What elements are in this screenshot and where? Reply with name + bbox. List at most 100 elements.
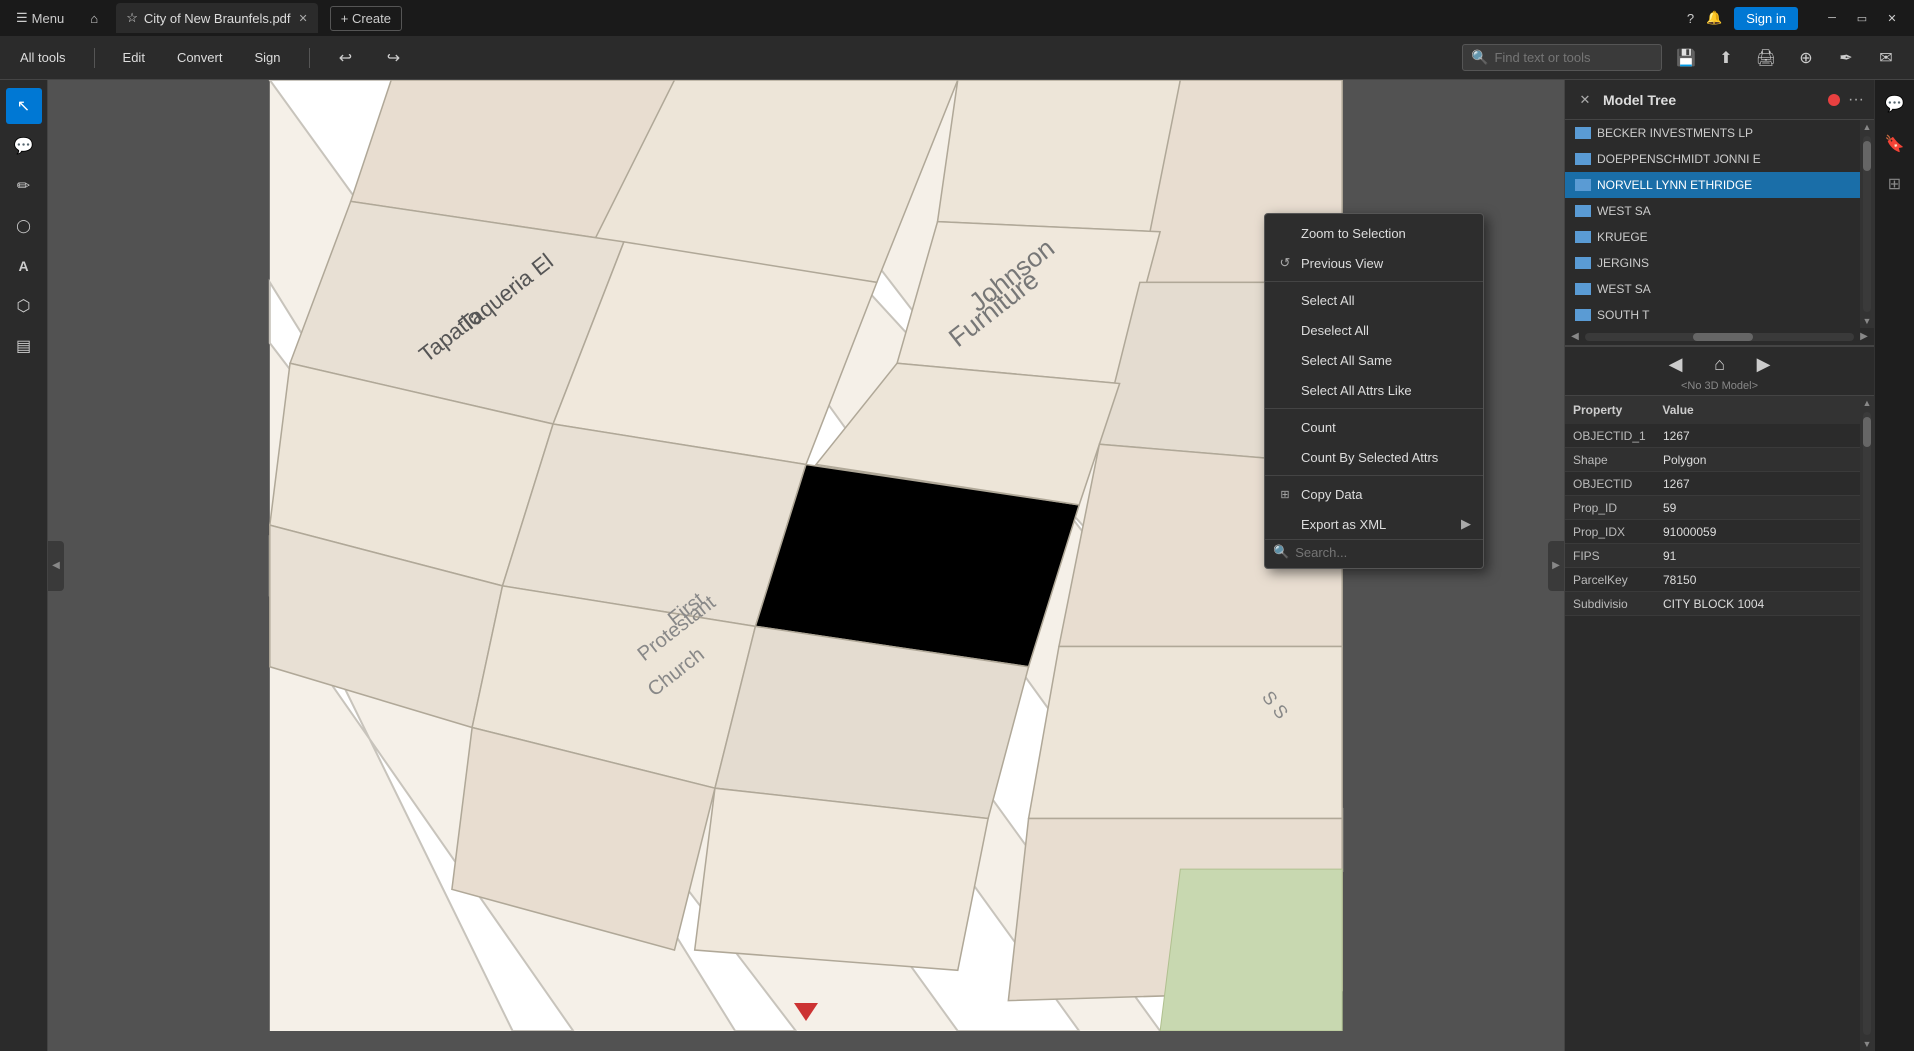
prop-scroll-track[interactable] [1863,412,1871,1035]
minimize-button[interactable]: ─ [1818,4,1846,32]
mail-button[interactable]: ✉ [1870,42,1902,74]
tree-scroll-track[interactable] [1863,136,1871,312]
hscroll-left-button[interactable]: ◀ [1567,329,1583,345]
stamp-tool-button[interactable]: ⬡ [6,288,42,324]
circle-tool-button[interactable]: ◯ [6,208,42,244]
model-tree-more-button[interactable]: ··· [1848,91,1864,109]
model-tree-status-dot [1828,94,1840,106]
pen-button[interactable]: ✒ [1830,42,1862,74]
far-right-chat-button[interactable]: 💬 [1879,88,1911,120]
notification-icon[interactable]: 🔔 [1706,10,1722,26]
zoom-button[interactable]: ⊕ [1790,42,1822,74]
tree-item-icon-5 [1575,257,1591,269]
all-tools-button[interactable]: All tools [12,46,74,69]
tab-title: City of New Braunfels.pdf [144,11,291,26]
ctx-search-input[interactable] [1295,545,1475,560]
properties-panel: Property Value OBJECTID_1 1267 Shape Pol… [1565,396,1874,1051]
print-button[interactable]: 🖨 [1750,42,1782,74]
window-close-button[interactable]: ✕ [1878,4,1906,32]
prop-col-value: Value [1662,403,1693,417]
far-right-bookmark-button[interactable]: 🔖 [1879,128,1911,160]
text-tool-button[interactable]: A [6,248,42,284]
menu-button[interactable]: ☰ Menu [8,6,72,30]
tree-vscroll[interactable]: ▲ ▼ [1860,120,1874,328]
titlebar: ☰ Menu ⌂ ☆ City of New Braunfels.pdf ✕ +… [0,0,1914,36]
nav-home-button[interactable]: ⌂ [1706,350,1734,378]
new-tab-button[interactable]: + Create [330,6,402,31]
tree-item-6[interactable]: WEST SA [1565,276,1860,302]
convert-button[interactable]: Convert [169,46,231,69]
ctx-deselect-all[interactable]: Deselect All [1265,315,1483,345]
tree-item-icon-6 [1575,283,1591,295]
toolbar-separator [94,48,95,68]
ctx-copydata-icon: ⊞ [1277,488,1293,501]
ctx-select-all-same[interactable]: Select All Same [1265,345,1483,375]
cursor-tool-button[interactable]: ↖ [6,88,42,124]
properties-body: OBJECTID_1 1267 Shape Polygon OBJECTID 1… [1565,424,1860,1051]
hscroll-track[interactable] [1585,333,1854,341]
menu-tool-button[interactable]: ▤ [6,328,42,364]
model-tree-close-button[interactable]: ✕ [1575,90,1595,110]
tree-item-4[interactable]: KRUEGE [1565,224,1860,250]
home-button[interactable]: ⌂ [80,4,108,32]
menu-label: Menu [32,11,65,26]
tree-scroll-up[interactable]: ▲ [1861,120,1874,134]
help-icon[interactable]: ? [1687,11,1694,26]
ctx-zoom-to-selection[interactable]: Zoom to Selection [1265,218,1483,248]
prop-scroll-up[interactable]: ▲ [1861,396,1874,410]
tree-scroll-down[interactable]: ▼ [1861,314,1874,328]
edit-button[interactable]: Edit [115,46,153,69]
tree-item-icon-3 [1575,205,1591,217]
ctx-prev-icon: ↺ [1277,255,1293,271]
search-input[interactable] [1494,50,1653,65]
far-right-grid-button[interactable]: ⊞ [1879,168,1911,200]
page-down-indicator[interactable] [794,1003,818,1021]
pdf-tab[interactable]: ☆ City of New Braunfels.pdf ✕ [116,3,318,33]
tree-item-icon-4 [1575,231,1591,243]
tree-item-icon-2 [1575,179,1591,191]
ctx-select-all-attrs-like[interactable]: Select All Attrs Like [1265,375,1483,405]
model-tree-header: ✕ Model Tree ··· [1565,80,1874,120]
ctx-count[interactable]: Count [1265,412,1483,442]
pencil-tool-button[interactable]: ✏ [6,168,42,204]
tree-item-icon-0 [1575,127,1591,139]
redo-button[interactable]: ↪ [378,42,410,74]
tab-close-button[interactable]: ✕ [299,12,308,25]
nav-icons: ◀ ⌂ ▶ [1662,350,1778,378]
main-area: ↖ 💬 ✏ ◯ A ⬡ ▤ [0,80,1914,1051]
ctx-copy-data[interactable]: ⊞ Copy Data [1265,479,1483,509]
ctx-previous-view[interactable]: ↺ Previous View [1265,248,1483,278]
upload-button[interactable]: ⬆ [1710,42,1742,74]
tree-content-area: BECKER INVESTMENTS LP DOEPPENSCHMIDT JON… [1565,120,1874,328]
ctx-count-by-selected-attrs[interactable]: Count By Selected Attrs [1265,442,1483,472]
maximize-button[interactable]: ▭ [1848,4,1876,32]
hscroll-right-button[interactable]: ▶ [1856,329,1872,345]
collapse-right-button[interactable]: ▶ [1548,541,1564,591]
save-button[interactable]: 💾 [1670,42,1702,74]
ctx-export-as-xml[interactable]: Export as XML ▶ [1265,509,1483,539]
nav-back-button[interactable]: ◀ [1662,350,1690,378]
tree-item-3[interactable]: WEST SA [1565,198,1860,224]
tree-item-5[interactable]: JERGINS [1565,250,1860,276]
undo-button[interactable]: ↩ [330,42,362,74]
ctx-search-icon: 🔍 [1273,544,1289,560]
prop-vscroll[interactable]: ▲ ▼ [1860,396,1874,1051]
tree-item-0[interactable]: BECKER INVESTMENTS LP [1565,120,1860,146]
sign-in-button[interactable]: Sign in [1734,7,1798,30]
collapse-left-icon: ◀ [52,560,60,571]
prop-scroll-down[interactable]: ▼ [1861,1037,1874,1051]
collapse-left-button[interactable]: ◀ [48,541,64,591]
nav-forward-button[interactable]: ▶ [1750,350,1778,378]
menu-icon: ☰ [16,10,28,26]
new-tab-label: + Create [341,11,391,26]
tree-item-2[interactable]: NORVELL LYNN ETHRIDGE [1565,172,1860,198]
page-down-arrow[interactable] [794,1003,818,1021]
comment-tool-button[interactable]: 💬 [6,128,42,164]
tree-item-7[interactable]: SOUTH T [1565,302,1860,328]
tree-item-1[interactable]: DOEPPENSCHMIDT JONNI E [1565,146,1860,172]
ctx-select-all[interactable]: Select All [1265,285,1483,315]
far-right-panel: 💬 🔖 ⊞ [1874,80,1914,1051]
sign-button[interactable]: Sign [246,46,288,69]
hscroll-thumb [1693,333,1753,341]
search-box[interactable]: 🔍 [1462,44,1662,71]
